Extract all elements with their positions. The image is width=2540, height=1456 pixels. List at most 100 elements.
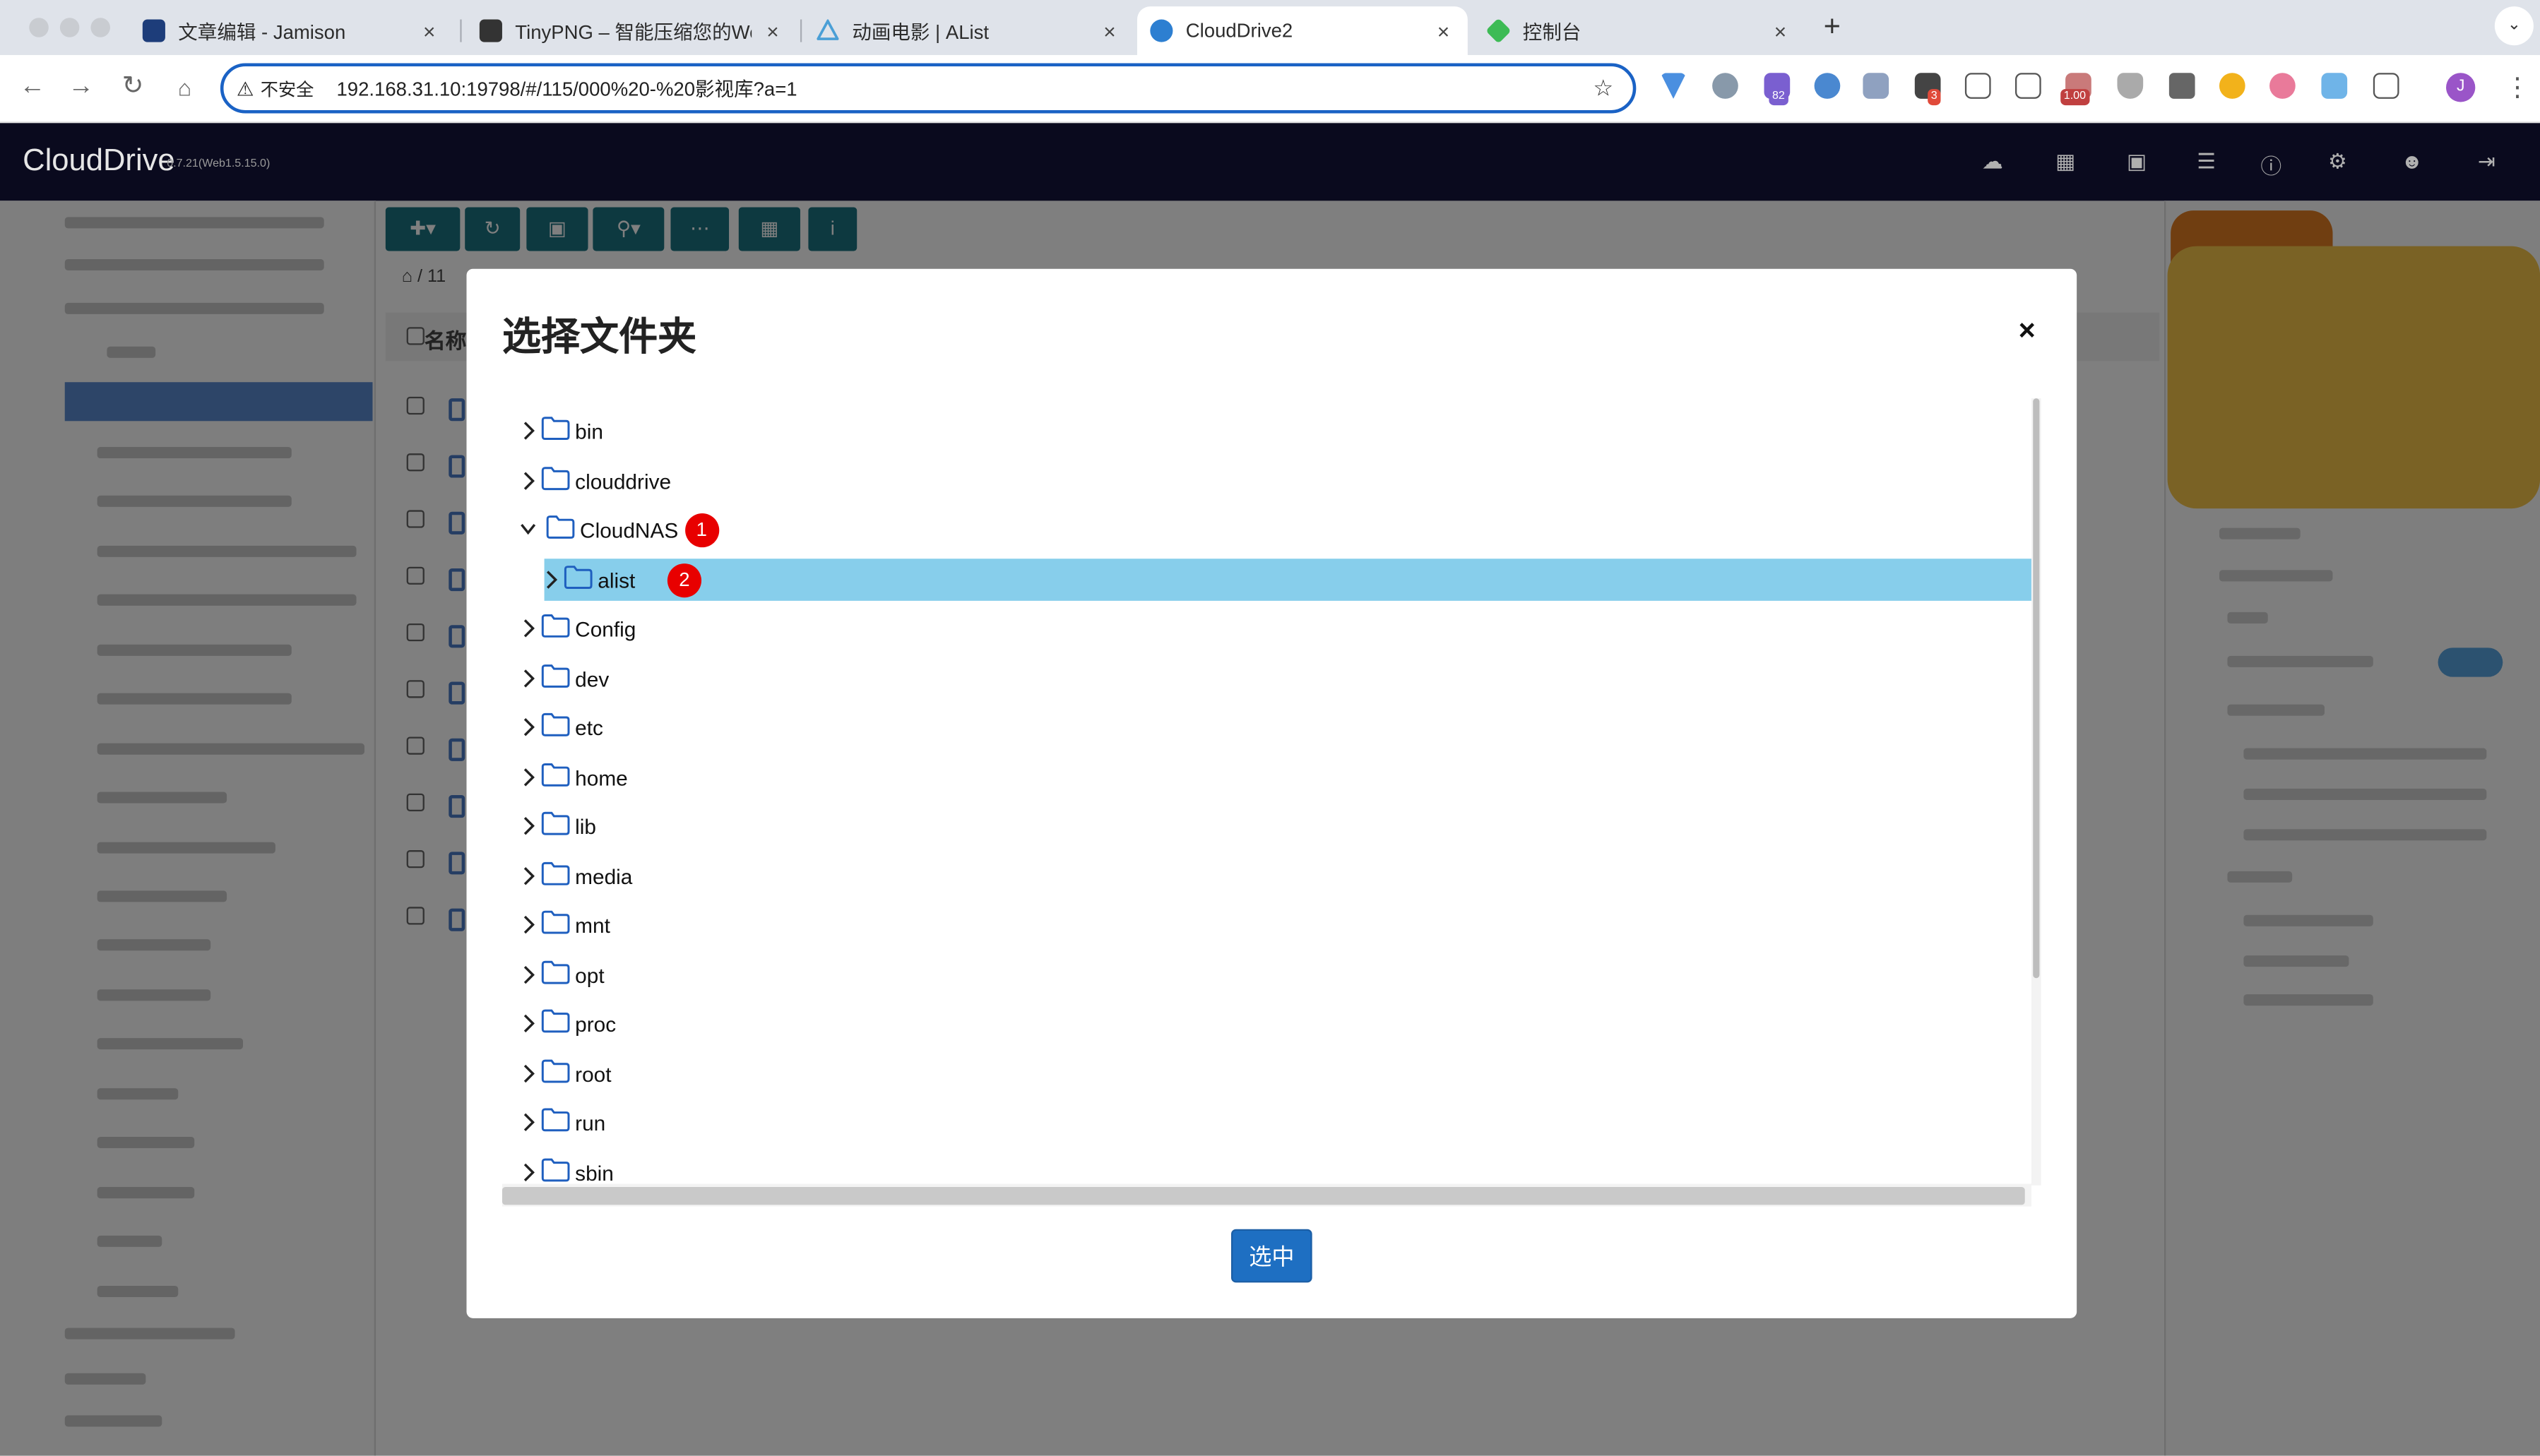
info-icon[interactable]: ⓘ [2258, 149, 2284, 180]
folder-name[interactable]: mnt [575, 913, 610, 937]
window-minimize-button[interactable] [59, 18, 80, 37]
url-text[interactable]: 192.168.31.10:19798/#/115/000%20-%20影视库?… [336, 74, 1593, 102]
tree-row[interactable]: root [502, 1052, 2033, 1094]
select-button[interactable]: 选中 [1230, 1229, 1312, 1283]
folder-name[interactable]: opt [575, 962, 604, 986]
chevron-right-icon[interactable] [518, 1111, 538, 1133]
chevron-right-icon[interactable] [518, 469, 538, 491]
folder-name[interactable]: Config [575, 617, 636, 641]
browser-tab-active[interactable]: CloudDrive2 × [1137, 6, 1468, 55]
extension-grid-icon[interactable] [1863, 73, 1889, 99]
close-icon[interactable]: × [2019, 314, 2036, 348]
tree-vertical-scroll-thumb[interactable] [2033, 398, 2040, 979]
settings-icon[interactable]: ⚙ [2325, 149, 2351, 175]
extension-b-badge: 3 [1928, 89, 1941, 106]
tree-row[interactable]: lib [502, 805, 2033, 847]
new-tab-button[interactable]: + [1817, 10, 1846, 44]
window-zoom-button[interactable] [90, 18, 110, 37]
tab-close-icon[interactable]: × [1769, 18, 1791, 42]
browser-tab[interactable]: TinyPNG – 智能压缩您的WebP × [466, 6, 797, 55]
tree-row[interactable]: proc [502, 1003, 2033, 1045]
security-label[interactable]: 不安全 [261, 76, 314, 102]
chevron-right-icon[interactable] [518, 962, 538, 985]
folder-name[interactable]: alist [598, 568, 635, 592]
chevron-right-icon[interactable] [518, 1012, 538, 1034]
tree-row[interactable]: CloudNAS 1 [502, 508, 2033, 551]
extension-square-icon[interactable] [2321, 73, 2348, 99]
tree-row[interactable]: dev [502, 657, 2033, 699]
tasks-icon[interactable]: ☰ [2193, 149, 2219, 175]
tab-close-icon[interactable]: × [1432, 18, 1454, 42]
folder-name[interactable]: root [575, 1061, 611, 1085]
forward-icon[interactable]: → [65, 71, 97, 104]
chevron-right-icon[interactable] [518, 617, 538, 640]
folder-name[interactable]: home [575, 765, 628, 789]
chevron-right-icon[interactable] [518, 419, 538, 442]
cloud-download-icon[interactable]: ☁ [1980, 149, 2006, 175]
chevron-right-icon[interactable] [518, 1061, 538, 1084]
chevron-right-icon[interactable] [518, 864, 538, 887]
warning-icon[interactable]: ⚠ [237, 77, 254, 100]
folder-name[interactable]: media [575, 864, 632, 888]
extension-m-icon[interactable] [2168, 73, 2195, 99]
tree-row[interactable]: opt [502, 953, 2033, 996]
chevron-right-icon[interactable] [518, 716, 538, 739]
folder-name[interactable]: run [575, 1111, 605, 1135]
browser-tab[interactable]: 控制台 × [1474, 6, 1805, 55]
tree-row[interactable]: clouddrive [502, 459, 2033, 501]
tab-close-icon[interactable]: × [418, 18, 441, 42]
browser-menu-icon[interactable]: ⋮ [2505, 71, 2531, 104]
add-user-icon[interactable]: ☻ [2399, 149, 2426, 173]
logout-icon[interactable]: ⇥ [2474, 149, 2500, 175]
extension-globe-icon[interactable] [1814, 73, 1841, 99]
app-brand[interactable]: CloudDrive [23, 144, 175, 179]
folder-name[interactable]: lib [575, 815, 596, 839]
bookmark-star-icon[interactable]: ☆ [1593, 74, 1613, 102]
folder-name[interactable]: clouddrive [575, 469, 671, 493]
chevron-right-icon[interactable] [541, 568, 561, 590]
extension-flower-icon[interactable] [2269, 73, 2296, 99]
tree-row[interactable]: sbin [502, 1150, 2033, 1183]
tree-horizontal-scroll-thumb[interactable] [502, 1187, 2025, 1205]
chevron-right-icon[interactable] [518, 815, 538, 837]
folder-name[interactable]: bin [575, 419, 603, 443]
chevron-down-icon[interactable] [518, 518, 538, 541]
window-close-button[interactable] [29, 18, 49, 37]
folder-name[interactable]: proc [575, 1012, 616, 1036]
chevron-right-icon[interactable] [518, 667, 538, 689]
extension-shield-icon[interactable] [2117, 73, 2144, 99]
chevron-right-icon[interactable] [518, 765, 538, 788]
browser-tab[interactable]: 动画电影 | AList × [804, 6, 1134, 55]
tree-row[interactable]: etc [502, 706, 2033, 748]
folder-name[interactable]: dev [575, 667, 609, 691]
tree-row[interactable]: media [502, 854, 2033, 897]
browser-tab[interactable]: 文章编辑 - Jamison × [129, 6, 453, 55]
tree-row[interactable]: home [502, 756, 2033, 798]
tree-row[interactable]: mnt [502, 904, 2033, 946]
chevron-right-icon[interactable] [518, 1160, 538, 1183]
tab-close-icon[interactable]: × [1098, 18, 1121, 42]
tree-row[interactable]: Config [502, 607, 2033, 650]
tab-close-icon[interactable]: × [761, 18, 784, 42]
sitemap-icon[interactable]: ▦ [2053, 149, 2079, 175]
chevron-right-icon[interactable] [518, 913, 538, 936]
extension-hex-icon[interactable] [2219, 73, 2245, 99]
back-icon[interactable]: ← [16, 71, 49, 104]
extension-reader-icon[interactable] [1712, 73, 1738, 99]
folder-name[interactable]: CloudNAS [580, 518, 678, 542]
tree-row[interactable]: bin [502, 410, 2033, 452]
folder-name[interactable]: sbin [575, 1160, 614, 1183]
tree-row-selected[interactable]: alist 2 [544, 558, 2034, 600]
extension-download-icon[interactable] [2014, 73, 2041, 99]
reload-icon[interactable]: ↻ [117, 71, 149, 104]
home-icon[interactable]: ⌂ [169, 71, 201, 104]
extension-w-icon[interactable] [1964, 73, 1991, 99]
profile-avatar[interactable]: J [2446, 73, 2476, 102]
address-bar[interactable]: ⚠ 不安全 192.168.31.10:19798/#/115/000%20-%… [220, 63, 1637, 114]
extensions-puzzle-icon[interactable] [2373, 73, 2399, 99]
tree-row[interactable]: run [502, 1102, 2033, 1144]
folder-name[interactable]: etc [575, 716, 603, 740]
tab-search-button[interactable]: ⌄ [2494, 6, 2534, 46]
folder-icon [541, 861, 570, 885]
desktop-icon[interactable]: ▣ [2124, 149, 2150, 175]
